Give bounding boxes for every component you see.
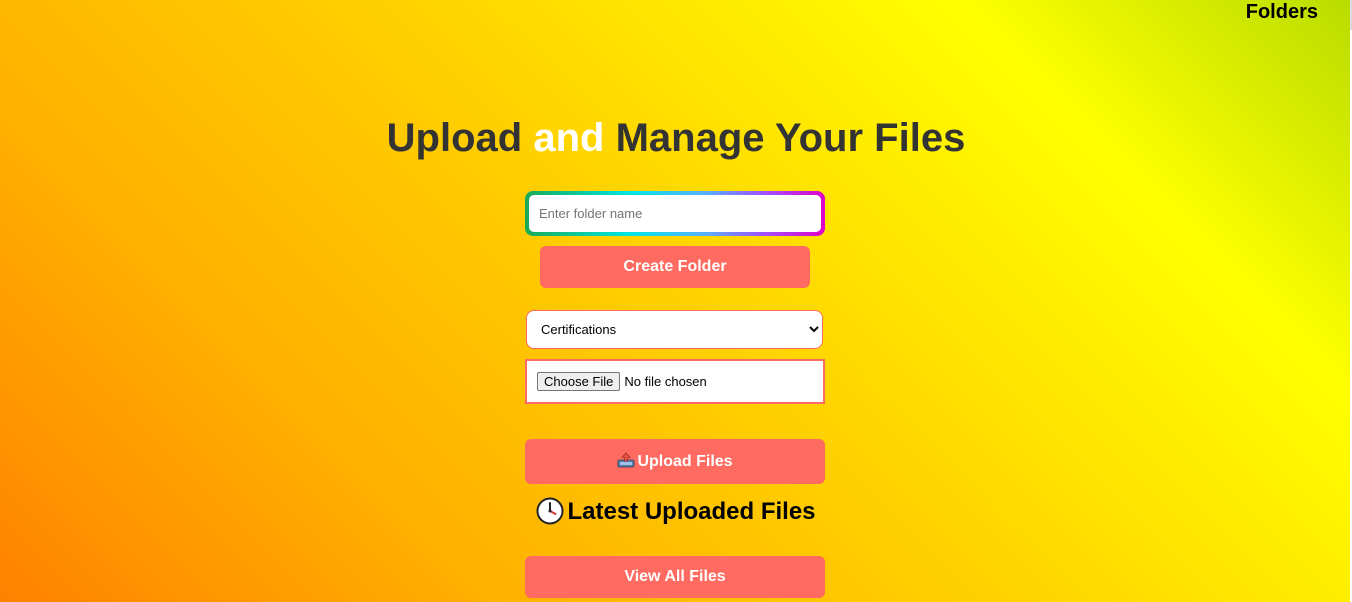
clock-icon — [536, 497, 564, 525]
folder-name-input[interactable] — [529, 195, 821, 232]
title-part-manage: Manage Your Files — [604, 116, 966, 160]
file-input-field[interactable]: Choose File No file chosen — [525, 359, 825, 404]
folder-select-frame: Certifications — [526, 310, 823, 349]
title-highlight: and — [533, 116, 605, 160]
file-status-text: No file chosen — [624, 374, 707, 389]
upload-tray-icon — [618, 452, 635, 468]
upload-files-button[interactable]: Upload Files — [525, 439, 825, 484]
create-folder-button[interactable]: Create Folder — [540, 246, 810, 288]
latest-uploads-heading: Latest Uploaded Files — [0, 496, 1352, 528]
page-title: Upload and Manage Your Files — [0, 113, 1352, 163]
upload-files-label: Upload Files — [637, 453, 733, 470]
latest-uploads-label: Latest Uploaded Files — [567, 498, 816, 525]
choose-file-button[interactable]: Choose File — [537, 372, 621, 391]
title-part-upload: Upload — [386, 116, 534, 160]
view-all-files-button[interactable]: View All Files — [525, 556, 825, 598]
folder-name-field-frame — [525, 191, 825, 236]
folders-nav-link[interactable]: Folders — [1246, 1, 1318, 24]
folder-select[interactable]: Certifications — [527, 311, 822, 348]
